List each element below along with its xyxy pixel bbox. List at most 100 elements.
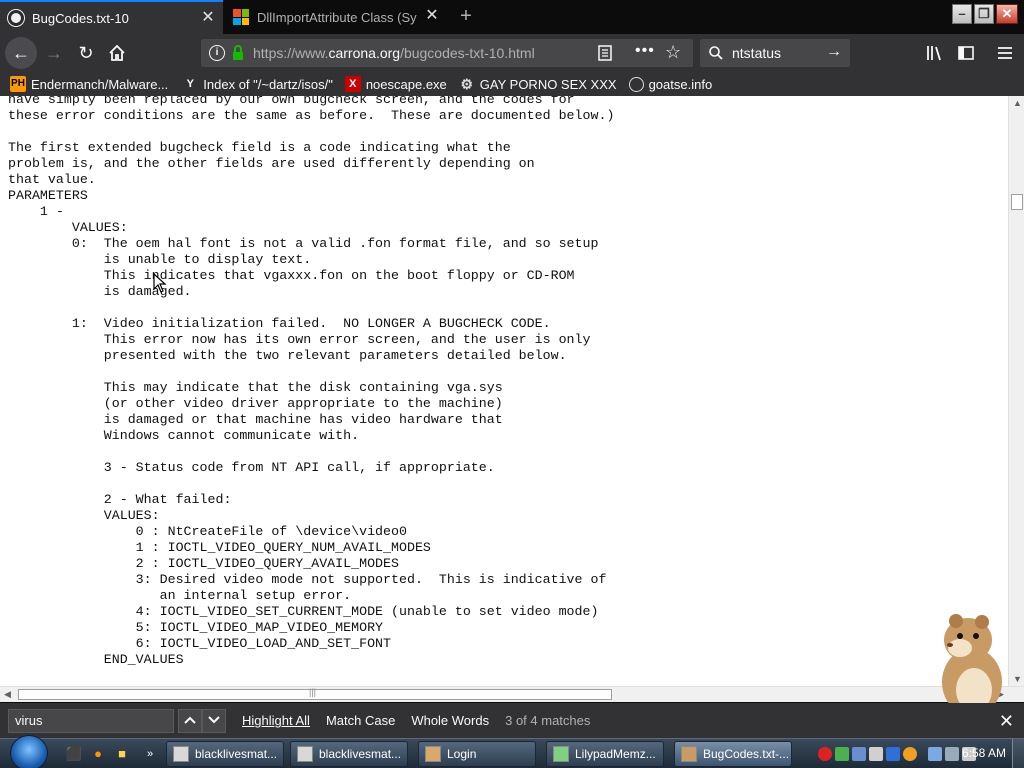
sidebar-icon[interactable]	[957, 44, 975, 62]
taskbar-item[interactable]: Login	[418, 741, 536, 767]
taskbar-item[interactable]: LilypadMemz...	[546, 741, 664, 767]
pornhub-favicon-icon: PH	[10, 76, 26, 92]
tab-title: DllImportAttribute Class (Syste	[257, 9, 417, 25]
url-prefix: https://www.	[253, 45, 329, 61]
antivirus-tray-icon[interactable]	[818, 747, 832, 761]
quicklaunch-overflow-icon[interactable]: »	[140, 744, 160, 764]
find-bar: virus Highlight All Match Case Whole Wor…	[0, 703, 1024, 738]
vertical-scroll-thumb[interactable]	[1011, 194, 1023, 210]
search-tray-icon[interactable]	[903, 747, 917, 761]
chevron-down-icon	[208, 715, 220, 723]
show-desktop-quicklaunch-icon[interactable]: ⬛	[64, 744, 84, 764]
taskbar-item-label: Login	[447, 747, 477, 761]
url-domain: carrona.org	[328, 45, 401, 61]
bookmarks-toolbar: PH Endermanch/Malware... Y Index of "/~d…	[0, 72, 1024, 96]
site-favicon-icon	[8, 10, 24, 26]
tray-icon[interactable]	[852, 747, 866, 761]
firefox-quicklaunch-icon[interactable]: ●	[88, 744, 108, 764]
reload-button[interactable]: ↻	[72, 39, 100, 67]
search-input[interactable]: ntstatus	[732, 45, 781, 61]
window-icon	[297, 746, 313, 762]
network-tray-icon[interactable]	[835, 747, 849, 761]
globe-favicon-icon	[628, 76, 644, 92]
gear-favicon-icon: ⚙	[460, 76, 474, 92]
vertical-scrollbar[interactable]: ▲ ▼	[1008, 96, 1024, 686]
bookmark-item[interactable]: ⚙ GAY PORNO SEX XXX	[459, 76, 617, 92]
bookmark-item[interactable]: goatse.info	[628, 76, 713, 92]
scroll-left-arrow-icon[interactable]: ◀	[4, 689, 11, 700]
explorer-quicklaunch-icon[interactable]: ■	[112, 744, 132, 764]
find-match-status: 3 of 4 matches	[505, 713, 591, 728]
bookmark-label: GAY PORNO SEX XXX	[479, 76, 617, 92]
window-icon	[173, 746, 189, 762]
menu-icon[interactable]	[996, 44, 1014, 62]
find-next-button[interactable]	[202, 708, 226, 733]
horizontal-scrollbar[interactable]: ◀ ||| ▶	[0, 686, 1024, 702]
close-findbar-icon[interactable]: ✕	[999, 711, 1014, 732]
search-go-arrow-icon[interactable]: →	[826, 43, 842, 61]
taskbar-item-label: BugCodes.txt-...	[703, 747, 790, 761]
show-desktop-button[interactable]	[1012, 739, 1024, 768]
find-input[interactable]: virus	[8, 708, 174, 733]
tray-icon[interactable]	[869, 747, 883, 761]
mouse-cursor-icon	[153, 273, 167, 293]
display-tray-icon[interactable]	[928, 747, 942, 761]
new-tab-button[interactable]: +	[456, 4, 476, 28]
system-tray	[818, 743, 976, 765]
window-icon	[553, 746, 569, 762]
close-window-button[interactable]: ✕	[996, 4, 1018, 24]
taskbar-item[interactable]: BugCodes.txt-...	[674, 741, 792, 767]
tab-close-icon[interactable]: ✕	[425, 8, 439, 24]
reader-view-icon[interactable]	[597, 45, 613, 61]
taskbar-item-label: blacklivesmat...	[319, 747, 402, 761]
tray-icon[interactable]	[886, 747, 900, 761]
maximize-button[interactable]: ❐	[974, 4, 994, 24]
highlight-all-toggle[interactable]: Highlight All	[242, 713, 310, 728]
microsoft-favicon-icon	[233, 9, 249, 25]
home-icon	[109, 44, 125, 61]
bookmark-label: noescape.exe	[365, 76, 447, 92]
clock[interactable]: 6:58 AM	[962, 746, 1006, 760]
whole-words-toggle[interactable]: Whole Words	[411, 713, 489, 728]
taskbar-item[interactable]: blacklivesmat...	[290, 741, 408, 767]
bookmark-item[interactable]: PH Endermanch/Malware...	[10, 76, 168, 92]
url-path: /bugcodes-txt-10.html	[400, 45, 535, 61]
chevron-up-icon	[184, 716, 196, 724]
tab-title: BugCodes.txt-10	[32, 10, 129, 26]
match-case-toggle[interactable]: Match Case	[326, 713, 395, 728]
taskbar-item[interactable]: blacklivesmat...	[166, 741, 284, 767]
address-bar[interactable]: i https://www.carrona.org/bugcodes-txt-1…	[201, 39, 693, 67]
library-icon[interactable]	[925, 44, 943, 62]
back-button[interactable]: ←	[5, 37, 37, 69]
info-icon[interactable]: i	[209, 45, 225, 61]
find-previous-button[interactable]	[178, 708, 202, 733]
tab-bugcodes[interactable]: BugCodes.txt-10 ✕	[0, 0, 223, 34]
network-connection-tray-icon[interactable]	[945, 747, 959, 761]
search-bar[interactable]: ntstatus →	[700, 39, 850, 67]
horizontal-scroll-thumb[interactable]: |||	[18, 687, 612, 700]
url-text[interactable]: https://www.carrona.org/bugcodes-txt-10.…	[253, 45, 535, 61]
minimize-button[interactable]: –	[952, 4, 972, 24]
taskbar-item-label: LilypadMemz...	[575, 747, 656, 761]
user-icon	[425, 746, 441, 762]
start-button[interactable]	[10, 735, 48, 768]
bookmark-item[interactable]: Y Index of "/~dartz/isos/"	[182, 76, 333, 92]
windows-taskbar: ⬛ ● ■ » blacklivesmat... blacklivesmat..…	[0, 735, 1024, 768]
bookmark-item[interactable]: X noescape.exe	[344, 76, 447, 92]
bookmark-label: goatse.info	[648, 76, 713, 92]
scroll-down-arrow-icon[interactable]: ▼	[1013, 674, 1022, 684]
scroll-up-arrow-icon[interactable]: ▲	[1013, 98, 1022, 108]
lock-icon	[233, 45, 243, 60]
window-controls: – ❐ ✕	[952, 4, 1018, 24]
page-actions-icon[interactable]: •••	[635, 42, 655, 60]
tab-strip: BugCodes.txt-10 ✕ DllImportAttribute Cla…	[0, 0, 1024, 34]
browser-window: BugCodes.txt-10 ✕ DllImportAttribute Cla…	[0, 0, 1024, 768]
tab-close-icon[interactable]: ✕	[201, 10, 215, 26]
hamster-app-icon	[681, 746, 697, 762]
home-button[interactable]	[103, 39, 131, 67]
bookmark-star-icon[interactable]: ☆	[665, 42, 681, 63]
taskbar-item-label: blacklivesmat...	[195, 747, 278, 761]
forward-button[interactable]: →	[40, 39, 68, 67]
ycombinator-favicon-icon: Y	[186, 78, 194, 90]
tab-dllimport[interactable]: DllImportAttribute Class (Syste ✕	[225, 0, 447, 34]
